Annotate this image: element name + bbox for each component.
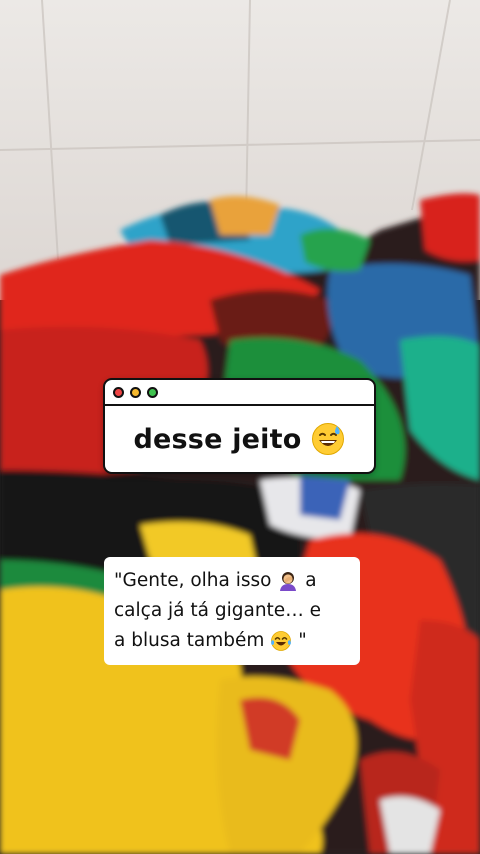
maximize-dot-icon	[147, 386, 158, 398]
video-frame: desse jeito "Gente, olha isso a calça já…	[0, 0, 480, 854]
caption-line-1-end: a	[305, 570, 317, 591]
caption-line-2: calça já tá gigante… e	[114, 596, 352, 626]
title-row: desse jeito	[105, 406, 374, 472]
caption-line-3: a blusa também "	[114, 626, 352, 656]
minimize-dot-icon	[130, 386, 141, 398]
caption-text-box: "Gente, olha isso a calça já tá gigante……	[104, 557, 360, 665]
window-titlebar	[105, 380, 374, 406]
window-style-title-card: desse jeito	[103, 378, 376, 474]
tears-of-joy-emoji-icon	[271, 631, 292, 651]
title-text: desse jeito	[133, 423, 302, 455]
caption-line-2-text: calça já tá gigante… e	[114, 600, 321, 621]
caption-line-3-text: a blusa também	[114, 630, 265, 651]
caption-line-3-end: "	[298, 630, 307, 651]
caption-line-1: "Gente, olha isso a	[114, 566, 352, 596]
grinning-sweat-emoji-icon	[312, 423, 345, 455]
close-dot-icon	[113, 386, 124, 398]
facepalm-emoji-icon	[280, 572, 297, 591]
caption-line-1-text: "Gente, olha isso	[114, 570, 272, 591]
